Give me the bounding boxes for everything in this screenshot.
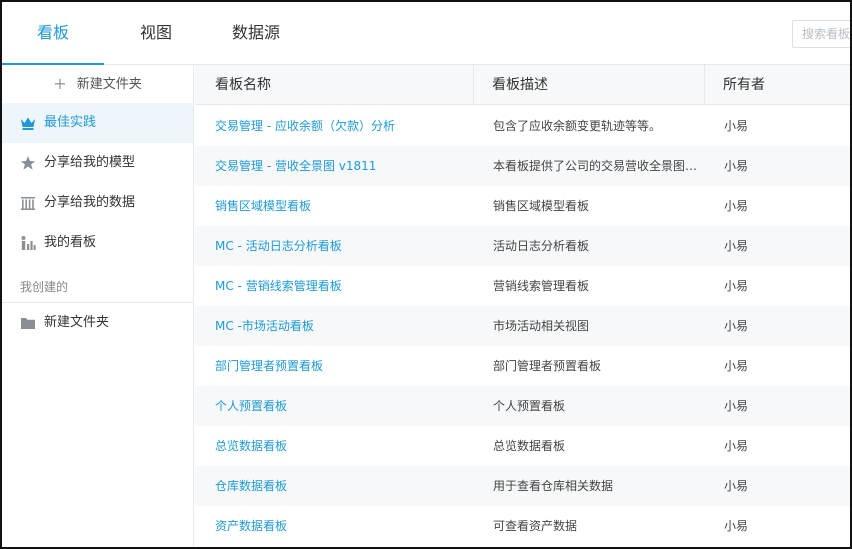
dashboard-description: 包含了应收余额变更轨迹等等。 (493, 119, 662, 133)
sidebar-item-new-folder[interactable]: 新建文件夹 (2, 303, 193, 343)
dashboard-owner: 小易 (724, 399, 749, 413)
tab-views[interactable]: 视图 (117, 2, 195, 64)
dashboard-description: 个人预置看板 (493, 399, 566, 413)
dashboard-owner: 小易 (724, 479, 749, 493)
dashboard-owner: 小易 (724, 319, 749, 333)
sidebar-item-best-practice[interactable]: 最佳实践 (2, 103, 193, 143)
sidebar-item-shared-data[interactable]: 分享给我的数据 (2, 183, 193, 223)
table-row[interactable]: 交易管理 - 应收余额（欠款）分析 包含了应收余额变更轨迹等等。 小易 (195, 106, 850, 146)
table-row[interactable]: 个人预置看板 个人预置看板 小易 (195, 386, 850, 426)
dashboard-description: 市场活动相关视图 (493, 319, 590, 333)
dashboard-description: 总览数据看板 (493, 439, 566, 453)
dashboard-owner: 小易 (724, 439, 749, 453)
dashboard-name-link[interactable]: MC - 活动日志分析看板 (215, 226, 470, 266)
table-row[interactable]: 销售区域模型看板 销售区域模型看板 小易 (195, 186, 850, 226)
table-header: 看板名称 看板描述 所有者 (195, 65, 850, 105)
dashboard-name-link[interactable]: 个人预置看板 (215, 386, 470, 426)
dashboard-name-link[interactable]: MC -市场活动看板 (215, 306, 470, 346)
table-row[interactable]: MC - 活动日志分析看板 活动日志分析看板 小易 (195, 226, 850, 266)
tab-dashboards[interactable]: 看板 (2, 2, 104, 65)
section-label-created-by-me: 我创建的 (20, 280, 69, 294)
dashboard-name-link[interactable]: 销售区域模型看板 (215, 186, 470, 226)
table-row[interactable]: 仓库数据看板 用于查看仓库相关数据 小易 (195, 466, 850, 506)
sidebar: + 新建文件夹 最佳实践 分享给我的模型 分享给我的数据 我的看板 我创建的 新… (2, 65, 194, 547)
dashboard-owner: 小易 (724, 119, 749, 133)
dashboard-owner: 小易 (724, 519, 749, 533)
table-row[interactable]: 部门管理者预置看板 部门管理者预置看板 小易 (195, 346, 850, 386)
new-folder-label: 新建文件夹 (76, 77, 142, 92)
sidebar-item-my-dashboards[interactable]: 我的看板 (2, 223, 193, 263)
column-header-description[interactable]: 看板描述 (474, 65, 705, 105)
sidebar-item-label: 最佳实践 (44, 115, 97, 130)
plus-icon: + (53, 74, 67, 93)
table-row[interactable]: MC - 营销线索管理看板 营销线索管理看板 小易 (195, 266, 850, 306)
dashboard-description: 营销线索管理看板 (493, 279, 590, 293)
dashboard-description: 部门管理者预置看板 (493, 359, 602, 373)
column-header-name[interactable]: 看板名称 (195, 65, 474, 105)
dashboard-owner: 小易 (724, 159, 749, 173)
dashboard-description: 本看板提供了公司的交易营收全景图… (493, 159, 698, 173)
top-tab-bar: 看板 视图 数据源 搜索看板 (2, 2, 850, 65)
sidebar-item-label: 新建文件夹 (44, 315, 110, 330)
dashboard-owner: 小易 (724, 359, 749, 373)
crown-icon (21, 117, 35, 130)
sidebar-item-shared-models[interactable]: 分享给我的模型 (2, 143, 193, 183)
tab-datasources[interactable]: 数据源 (216, 2, 296, 64)
search-input[interactable]: 搜索看板 (792, 20, 850, 48)
sidebar-item-label: 我的看板 (44, 235, 97, 250)
dashboard-description: 可查看资产数据 (493, 519, 578, 533)
table-row[interactable]: 总览数据看板 总览数据看板 小易 (195, 426, 850, 466)
dashboard-owner: 小易 (724, 199, 749, 213)
sidebar-item-label: 分享给我的模型 (44, 155, 136, 170)
table-row[interactable]: 交易管理 - 营收全景图 v1811 本看板提供了公司的交易营收全景图… 小易 (195, 146, 850, 186)
dashboard-name-link[interactable]: 资产数据看板 (215, 506, 470, 546)
star-icon (20, 156, 36, 170)
column-header-owner[interactable]: 所有者 (705, 65, 850, 105)
data-icon (21, 197, 35, 210)
sidebar-item-label: 分享给我的数据 (44, 195, 136, 210)
dashboard-description: 活动日志分析看板 (493, 239, 590, 253)
table-row[interactable]: 资产数据看板 可查看资产数据 小易 (195, 506, 850, 546)
folder-icon (21, 318, 35, 329)
dashboard-name-link[interactable]: 仓库数据看板 (215, 466, 470, 506)
chart-icon (21, 236, 36, 250)
table-row[interactable]: MC -市场活动看板 市场活动相关视图 小易 (195, 306, 850, 346)
dashboard-name-link[interactable]: 交易管理 - 营收全景图 v1811 (215, 146, 470, 186)
dashboard-description: 用于查看仓库相关数据 (493, 479, 614, 493)
dashboard-description: 销售区域模型看板 (493, 199, 590, 213)
new-folder-button[interactable]: + 新建文件夹 (2, 65, 193, 102)
dashboard-name-link[interactable]: 总览数据看板 (215, 426, 470, 466)
dashboard-owner: 小易 (724, 239, 749, 253)
dashboard-name-link[interactable]: 交易管理 - 应收余额（欠款）分析 (215, 106, 470, 146)
app-window: 看板 视图 数据源 搜索看板 + 新建文件夹 最佳实践 分享给我的模型 分享给我… (0, 0, 852, 549)
dashboard-owner: 小易 (724, 279, 749, 293)
dashboard-name-link[interactable]: MC - 营销线索管理看板 (215, 266, 470, 306)
dashboard-name-link[interactable]: 部门管理者预置看板 (215, 346, 470, 386)
